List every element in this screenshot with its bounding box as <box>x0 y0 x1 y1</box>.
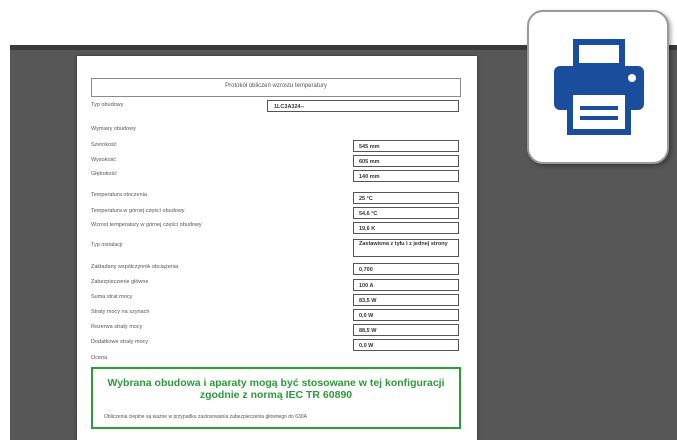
label-depth: Głębokość <box>91 171 117 177</box>
value-ambient-temp: 25 °C <box>353 192 459 204</box>
value-busbar-loss: 0,0 W <box>353 309 459 321</box>
value-temp-rise: 19,6 K <box>353 222 459 234</box>
label-temp-rise: Wzrost temperatury w górnej części obudo… <box>91 222 202 228</box>
value-power-loss-sum: 83,5 W <box>353 294 459 306</box>
label-loss-reserve: Rezerwa straty mocy <box>91 324 143 330</box>
label-assessment: Ocena <box>91 355 108 361</box>
printer-icon <box>554 39 644 135</box>
value-depth: 140 mm <box>353 170 459 182</box>
label-installation-type: Typ instalacji <box>91 242 123 248</box>
print-button[interactable] <box>527 10 669 164</box>
value-width: 545 mm <box>353 140 459 152</box>
conclusion-note: Obliczenia cieplne są ważne w przypadku … <box>104 414 307 420</box>
label-height: Wysokość <box>91 157 117 163</box>
label-load-factor: Zakładany współczynnik obciążenia <box>91 264 179 270</box>
value-height: 605 mm <box>353 155 459 167</box>
value-enclosure-type: 1LC3A324-- <box>267 100 459 112</box>
label-width: Szerokość <box>91 142 117 148</box>
value-load-factor: 0,700 <box>353 263 459 275</box>
label-power-loss-sum: Suma strat mocy <box>91 294 133 300</box>
label-dimensions: Wymiary obudowy <box>91 126 136 132</box>
label-top-temp: Temperatura w górnej części obudowy <box>91 208 185 214</box>
value-loss-reserve: 88,5 W <box>353 324 459 336</box>
value-main-protection: 100 A <box>353 279 459 291</box>
label-extra-loss: Dodatkowe straty mocy <box>91 339 149 345</box>
value-installation-type: Zastawiona z tyłu i z jednej strony <box>353 239 459 257</box>
conclusion-box: Wybrana obudowa i aparaty mogą być stoso… <box>91 367 461 429</box>
label-enclosure-type: Typ obudowy <box>91 102 124 108</box>
document-title: Protokół obliczeń wzrostu temperatury <box>225 83 327 89</box>
label-main-protection: Zabezpieczenie główne <box>91 279 149 285</box>
label-busbar-loss: Straty mocy na szynach <box>91 309 150 315</box>
value-extra-loss: 0,0 W <box>353 339 459 351</box>
conclusion-title: Wybrana obudowa i aparaty mogą być stoso… <box>107 377 445 401</box>
document-page: Protokół obliczeń wzrostu temperatury Ty… <box>77 56 477 440</box>
value-top-temp: 54,6 °C <box>353 207 459 219</box>
label-ambient-temp: Temperatura otoczenia <box>91 192 147 198</box>
document-title-box: Protokół obliczeń wzrostu temperatury <box>91 78 461 97</box>
